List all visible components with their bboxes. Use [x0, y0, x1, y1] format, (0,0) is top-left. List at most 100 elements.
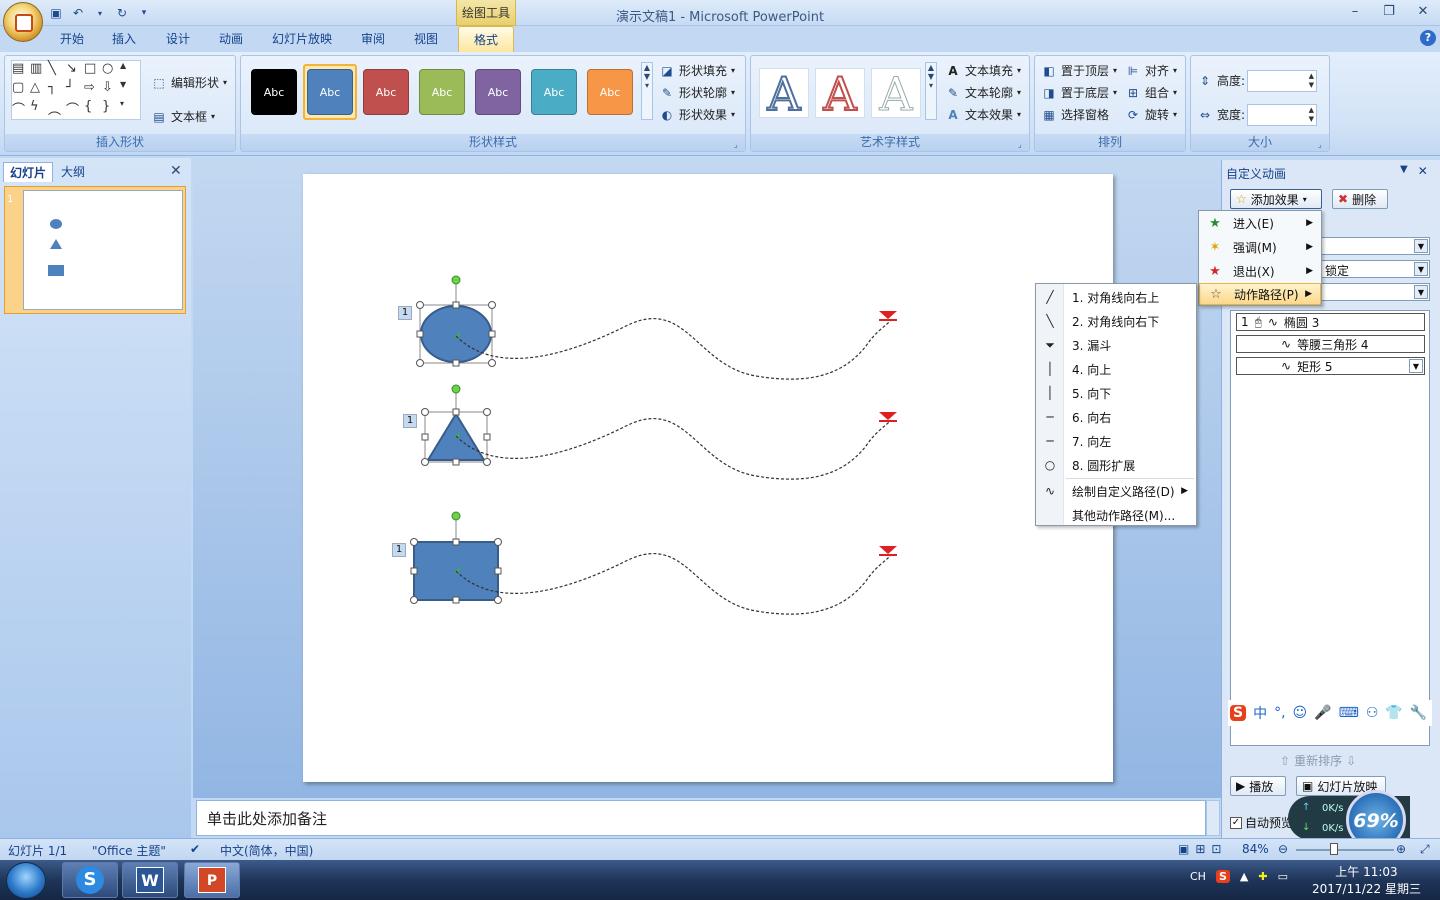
microphone-icon[interactable]: 🎤 [1314, 705, 1331, 721]
sorter-view-icon[interactable]: ⊞ [1195, 842, 1205, 856]
notes-pane[interactable]: 单击此处添加备注 [196, 800, 1206, 836]
shape-fill-button[interactable]: ◪ 形状填充 ▾ [659, 62, 735, 79]
wordart-gallery-scroll[interactable]: ▲ ▼ ▾ [925, 62, 937, 120]
path-item-left[interactable]: ─ 7. 向左 [1036, 430, 1196, 452]
slide-canvas[interactable] [303, 174, 1113, 782]
network-icon[interactable]: ▭ [1278, 870, 1288, 883]
path-item-circle[interactable]: ○ 8. 圆形扩展 [1036, 454, 1196, 476]
wordart-style-plain[interactable]: A [871, 68, 921, 120]
rotate-button[interactable]: ⟳ 旋转 ▾ [1125, 106, 1177, 123]
shape-effects-button[interactable]: ◐ 形状效果 ▾ [659, 106, 735, 123]
path-item-diagonal-down-right[interactable]: ╲ 2. 对角线向右下 [1036, 310, 1196, 332]
slide-thumbnail-preview[interactable] [23, 190, 183, 310]
tab-animations[interactable]: 动画 [211, 26, 251, 52]
shapes-gallery[interactable]: ▤ ▥ ╲ ↘ □ ○ ▲ ▢ △ ┐ ┘ ⇨ ⇩ ▼ ⌒ ϟ ︵ ⌒{} ▾ [11, 60, 141, 120]
tab-review[interactable]: 审阅 [353, 26, 393, 52]
speed-select[interactable]: ▼ [1320, 283, 1430, 301]
path-item-draw-custom[interactable]: ∿ 绘制自定义路径(D) ▶ [1036, 480, 1196, 502]
menu-item-emphasis[interactable]: ✶ 强调(M) ▶ [1199, 236, 1321, 258]
emoji-icon[interactable]: ☺ [1293, 705, 1308, 721]
dialog-launcher-icon[interactable]: ⌟ [1018, 140, 1027, 149]
close-icon[interactable]: ✕ [1418, 164, 1428, 178]
zoom-slider-thumb[interactable] [1330, 843, 1338, 855]
start-select[interactable]: ▼ [1320, 237, 1430, 255]
text-fill-button[interactable]: A 文本填充 ▾ [945, 62, 1021, 79]
menu-item-entrance[interactable]: ★ 进入(E) ▶ [1199, 212, 1321, 234]
rotate-handle[interactable] [451, 511, 461, 521]
zoom-slider-track[interactable] [1296, 849, 1394, 851]
dialog-launcher-icon[interactable]: ⌟ [1318, 140, 1327, 149]
right-arrow-shape-icon[interactable]: ⇨ [84, 80, 102, 99]
add-effect-button[interactable]: ☆ 添加效果 ▾ [1230, 189, 1322, 209]
tab-view[interactable]: 视图 [406, 26, 446, 52]
taskbar-powerpoint[interactable]: P [184, 862, 240, 898]
help-icon[interactable]: ? [1420, 30, 1436, 46]
bring-to-front-button[interactable]: ◧ 置于顶层 ▾ [1041, 62, 1117, 79]
undo-dropdown-icon[interactable]: ▾ [92, 5, 108, 21]
wordart-style-outline[interactable]: A [759, 68, 809, 120]
ime-indicator[interactable]: CH [1190, 870, 1206, 883]
normal-view-icon[interactable]: ▣ [1178, 842, 1189, 856]
group-button[interactable]: ⊞ 组合 ▾ [1125, 84, 1177, 101]
triangle-shape[interactable] [421, 384, 491, 466]
office-button[interactable] [3, 2, 43, 42]
down-arrow-shape-icon[interactable]: ⇩ [102, 80, 120, 99]
close-icon[interactable]: ✕ [170, 163, 182, 179]
animation-item[interactable]: ∿ 等腰三角形 4 [1236, 335, 1425, 353]
text-outline-button[interactable]: ✎ 文本轮廓 ▾ [945, 84, 1021, 101]
path-select[interactable]: 锁定 ▼ [1320, 260, 1430, 278]
autopreview-checkbox[interactable]: ✓ 自动预览 [1230, 814, 1293, 831]
elbow2-shape-icon[interactable]: ┘ [66, 80, 84, 99]
play-button[interactable]: ▶ 播放 [1230, 776, 1286, 796]
pane-options-icon[interactable]: ▼ [1400, 164, 1408, 178]
zoom-out-icon[interactable]: ⊖ [1278, 842, 1288, 856]
arrow-line-shape-icon[interactable]: ↘ [66, 61, 84, 80]
oval-shape-icon[interactable]: ○ [102, 61, 120, 80]
sogou-tray-icon[interactable]: S [1215, 870, 1230, 883]
animation-item[interactable]: 1 🖰 ∿ 椭圆 3 [1236, 313, 1425, 331]
height-input[interactable]: ▲ ▼ [1247, 70, 1317, 92]
vtextbox-shape-icon[interactable]: ▥ [30, 61, 48, 80]
more-shapes-down-icon[interactable]: ▼ [120, 80, 138, 99]
width-input[interactable]: ▲ ▼ [1247, 104, 1317, 126]
zoom-in-icon[interactable]: ⊕ [1396, 842, 1406, 856]
skin-icon[interactable]: 👕 [1385, 705, 1402, 721]
shape-style-preset[interactable]: Abc [247, 64, 301, 120]
zoom-level[interactable]: 84% [1242, 842, 1269, 856]
animation-item[interactable]: ∿ 矩形 5 ▼ [1236, 357, 1425, 375]
tray-expand-icon[interactable]: ▲ [1240, 870, 1248, 883]
shape-style-preset[interactable]: Abc [471, 64, 525, 120]
text-effects-button[interactable]: A 文本效果 ▾ [945, 106, 1021, 123]
shape-style-preset[interactable]: Abc [415, 64, 469, 120]
rect-shape-icon[interactable]: □ [84, 61, 102, 80]
tab-slideshow[interactable]: 幻灯片放映 [266, 26, 338, 52]
curve-shape-icon[interactable]: ︵ [48, 99, 66, 118]
taskbar-word[interactable]: W [122, 862, 178, 898]
security-icon[interactable]: ✚ [1258, 870, 1267, 883]
tab-format[interactable]: 格式 [458, 26, 514, 52]
rotate-handle[interactable] [451, 275, 461, 285]
restore-icon[interactable]: ❐ [1372, 0, 1406, 22]
brace-right-shape-icon[interactable]: } [102, 99, 120, 118]
taskbar-sogou[interactable]: S [62, 862, 118, 898]
path-item-more[interactable]: 其他动作路径(M)... [1036, 504, 1196, 526]
close-icon[interactable]: ✕ [1406, 0, 1440, 22]
shape-style-preset[interactable]: Abc [527, 64, 581, 120]
chinese-mode-icon[interactable]: 中 [1253, 703, 1267, 723]
send-to-back-button[interactable]: ◨ 置于底层 ▾ [1041, 84, 1117, 101]
wrench-icon[interactable]: 🔧 [1410, 705, 1427, 721]
align-button[interactable]: ⊫ 对齐 ▾ [1125, 62, 1177, 79]
spellcheck-icon[interactable]: ✔ [190, 842, 200, 856]
language-status[interactable]: 中文(简体，中国) [220, 842, 313, 859]
menu-item-exit[interactable]: ★ 退出(X) ▶ [1199, 260, 1321, 282]
fit-window-icon[interactable]: ⤢ [1420, 842, 1430, 857]
punctuation-icon[interactable]: °, [1274, 705, 1285, 721]
shape-outline-button[interactable]: ✎ 形状轮廓 ▾ [659, 84, 735, 101]
textbox-shape-icon[interactable]: ▤ [12, 61, 30, 80]
dialog-launcher-icon[interactable]: ⌟ [734, 140, 743, 149]
path-item-diagonal-up-right[interactable]: ╱ 1. 对角线向右上 [1036, 286, 1196, 308]
selection-pane-button[interactable]: ▦ 选择窗格 [1041, 106, 1109, 123]
sogou-logo-icon[interactable]: S [1230, 705, 1247, 721]
tab-slides[interactable]: 幻灯片 [3, 162, 54, 182]
notes-scrollbar[interactable] [1206, 800, 1220, 836]
